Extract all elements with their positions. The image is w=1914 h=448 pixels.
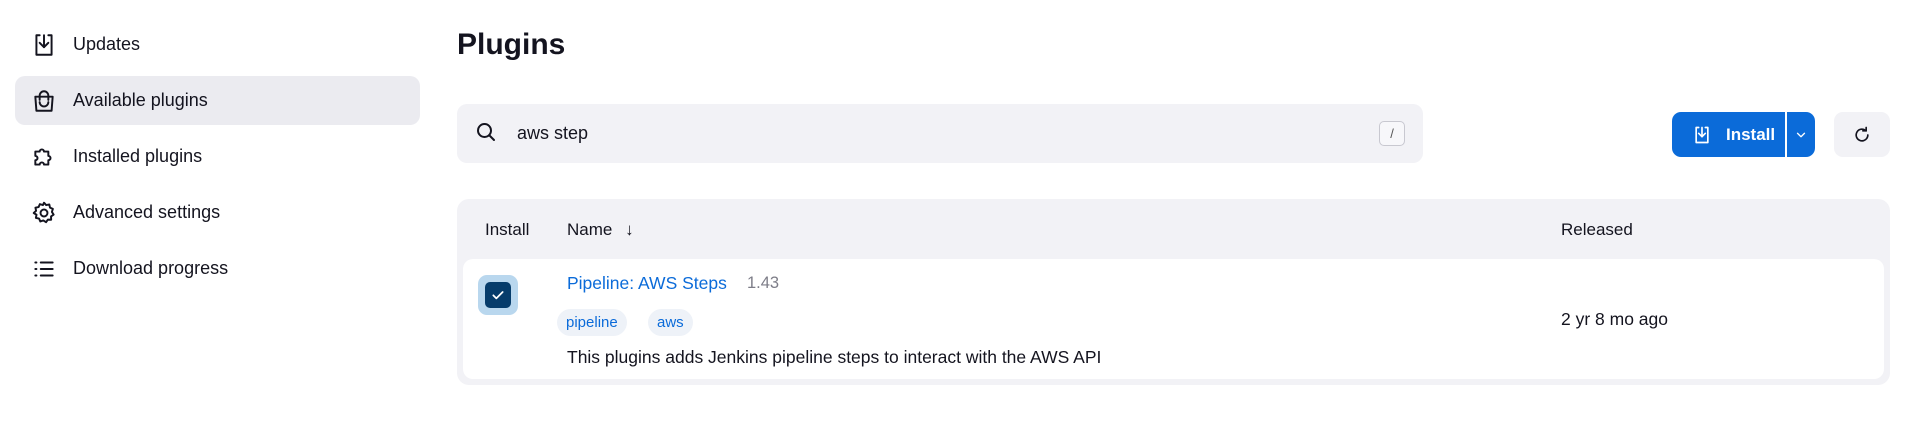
checkmark-icon bbox=[492, 291, 504, 300]
page-title: Plugins bbox=[457, 28, 566, 61]
chevron-down-icon bbox=[1796, 132, 1806, 137]
puzzle-icon bbox=[30, 143, 58, 171]
column-header-name[interactable]: Name ↓ bbox=[567, 220, 634, 240]
download-icon bbox=[30, 31, 58, 59]
sidebar-item-label: Advanced settings bbox=[73, 202, 221, 222]
search-icon bbox=[474, 120, 500, 146]
sidebar-item-installed-plugins[interactable]: Installed plugins bbox=[15, 132, 420, 181]
refresh-icon bbox=[1855, 126, 1869, 142]
sidebar-item-label: Download progress bbox=[73, 258, 229, 278]
keyboard-shortcut-hint: / bbox=[1379, 121, 1405, 146]
search-input[interactable] bbox=[517, 104, 1317, 163]
install-button-label: Install bbox=[1726, 124, 1776, 144]
plugin-name-link[interactable]: Pipeline: AWS Steps bbox=[567, 273, 727, 294]
gear-icon bbox=[30, 199, 58, 227]
column-header-name-label: Name bbox=[567, 220, 613, 239]
sidebar: Updates Available plugins Installed plug… bbox=[15, 20, 420, 300]
install-download-icon bbox=[1695, 126, 1709, 143]
sidebar-item-label: Available plugins bbox=[73, 90, 208, 110]
sidebar-item-label: Updates bbox=[73, 34, 141, 54]
list-icon bbox=[30, 255, 58, 283]
sidebar-item-label: Installed plugins bbox=[73, 146, 203, 166]
sidebar-item-updates[interactable]: Updates bbox=[15, 20, 420, 69]
column-header-install: Install bbox=[485, 220, 530, 239]
table-row: Pipeline: AWS Steps 1.43 pipeline aws Th… bbox=[463, 259, 1884, 379]
shopping-bag-icon bbox=[30, 87, 58, 115]
sidebar-item-advanced-settings[interactable]: Advanced settings bbox=[15, 188, 420, 237]
install-button[interactable]: Install bbox=[1672, 112, 1785, 157]
sidebar-item-available-plugins[interactable]: Available plugins bbox=[15, 76, 420, 125]
column-header-released[interactable]: Released bbox=[1561, 220, 1633, 240]
install-options-dropdown[interactable] bbox=[1787, 112, 1815, 157]
tag-aws[interactable]: aws bbox=[648, 309, 693, 336]
search-bar: / bbox=[457, 104, 1423, 163]
refresh-button[interactable] bbox=[1834, 112, 1890, 157]
tag-pipeline[interactable]: pipeline bbox=[557, 309, 627, 336]
sort-arrow-icon: ↓ bbox=[625, 220, 634, 239]
plugin-description: This plugins adds Jenkins pipeline steps… bbox=[567, 347, 1102, 367]
plugin-released: 2 yr 8 mo ago bbox=[1561, 309, 1668, 329]
install-checkbox[interactable] bbox=[478, 275, 518, 315]
sidebar-item-download-progress[interactable]: Download progress bbox=[15, 244, 420, 293]
checkbox-checked bbox=[485, 282, 511, 308]
plugin-version: 1.43 bbox=[747, 274, 780, 292]
plugins-table: Install Name ↓ Released Pipeline: AWS St… bbox=[457, 199, 1890, 385]
